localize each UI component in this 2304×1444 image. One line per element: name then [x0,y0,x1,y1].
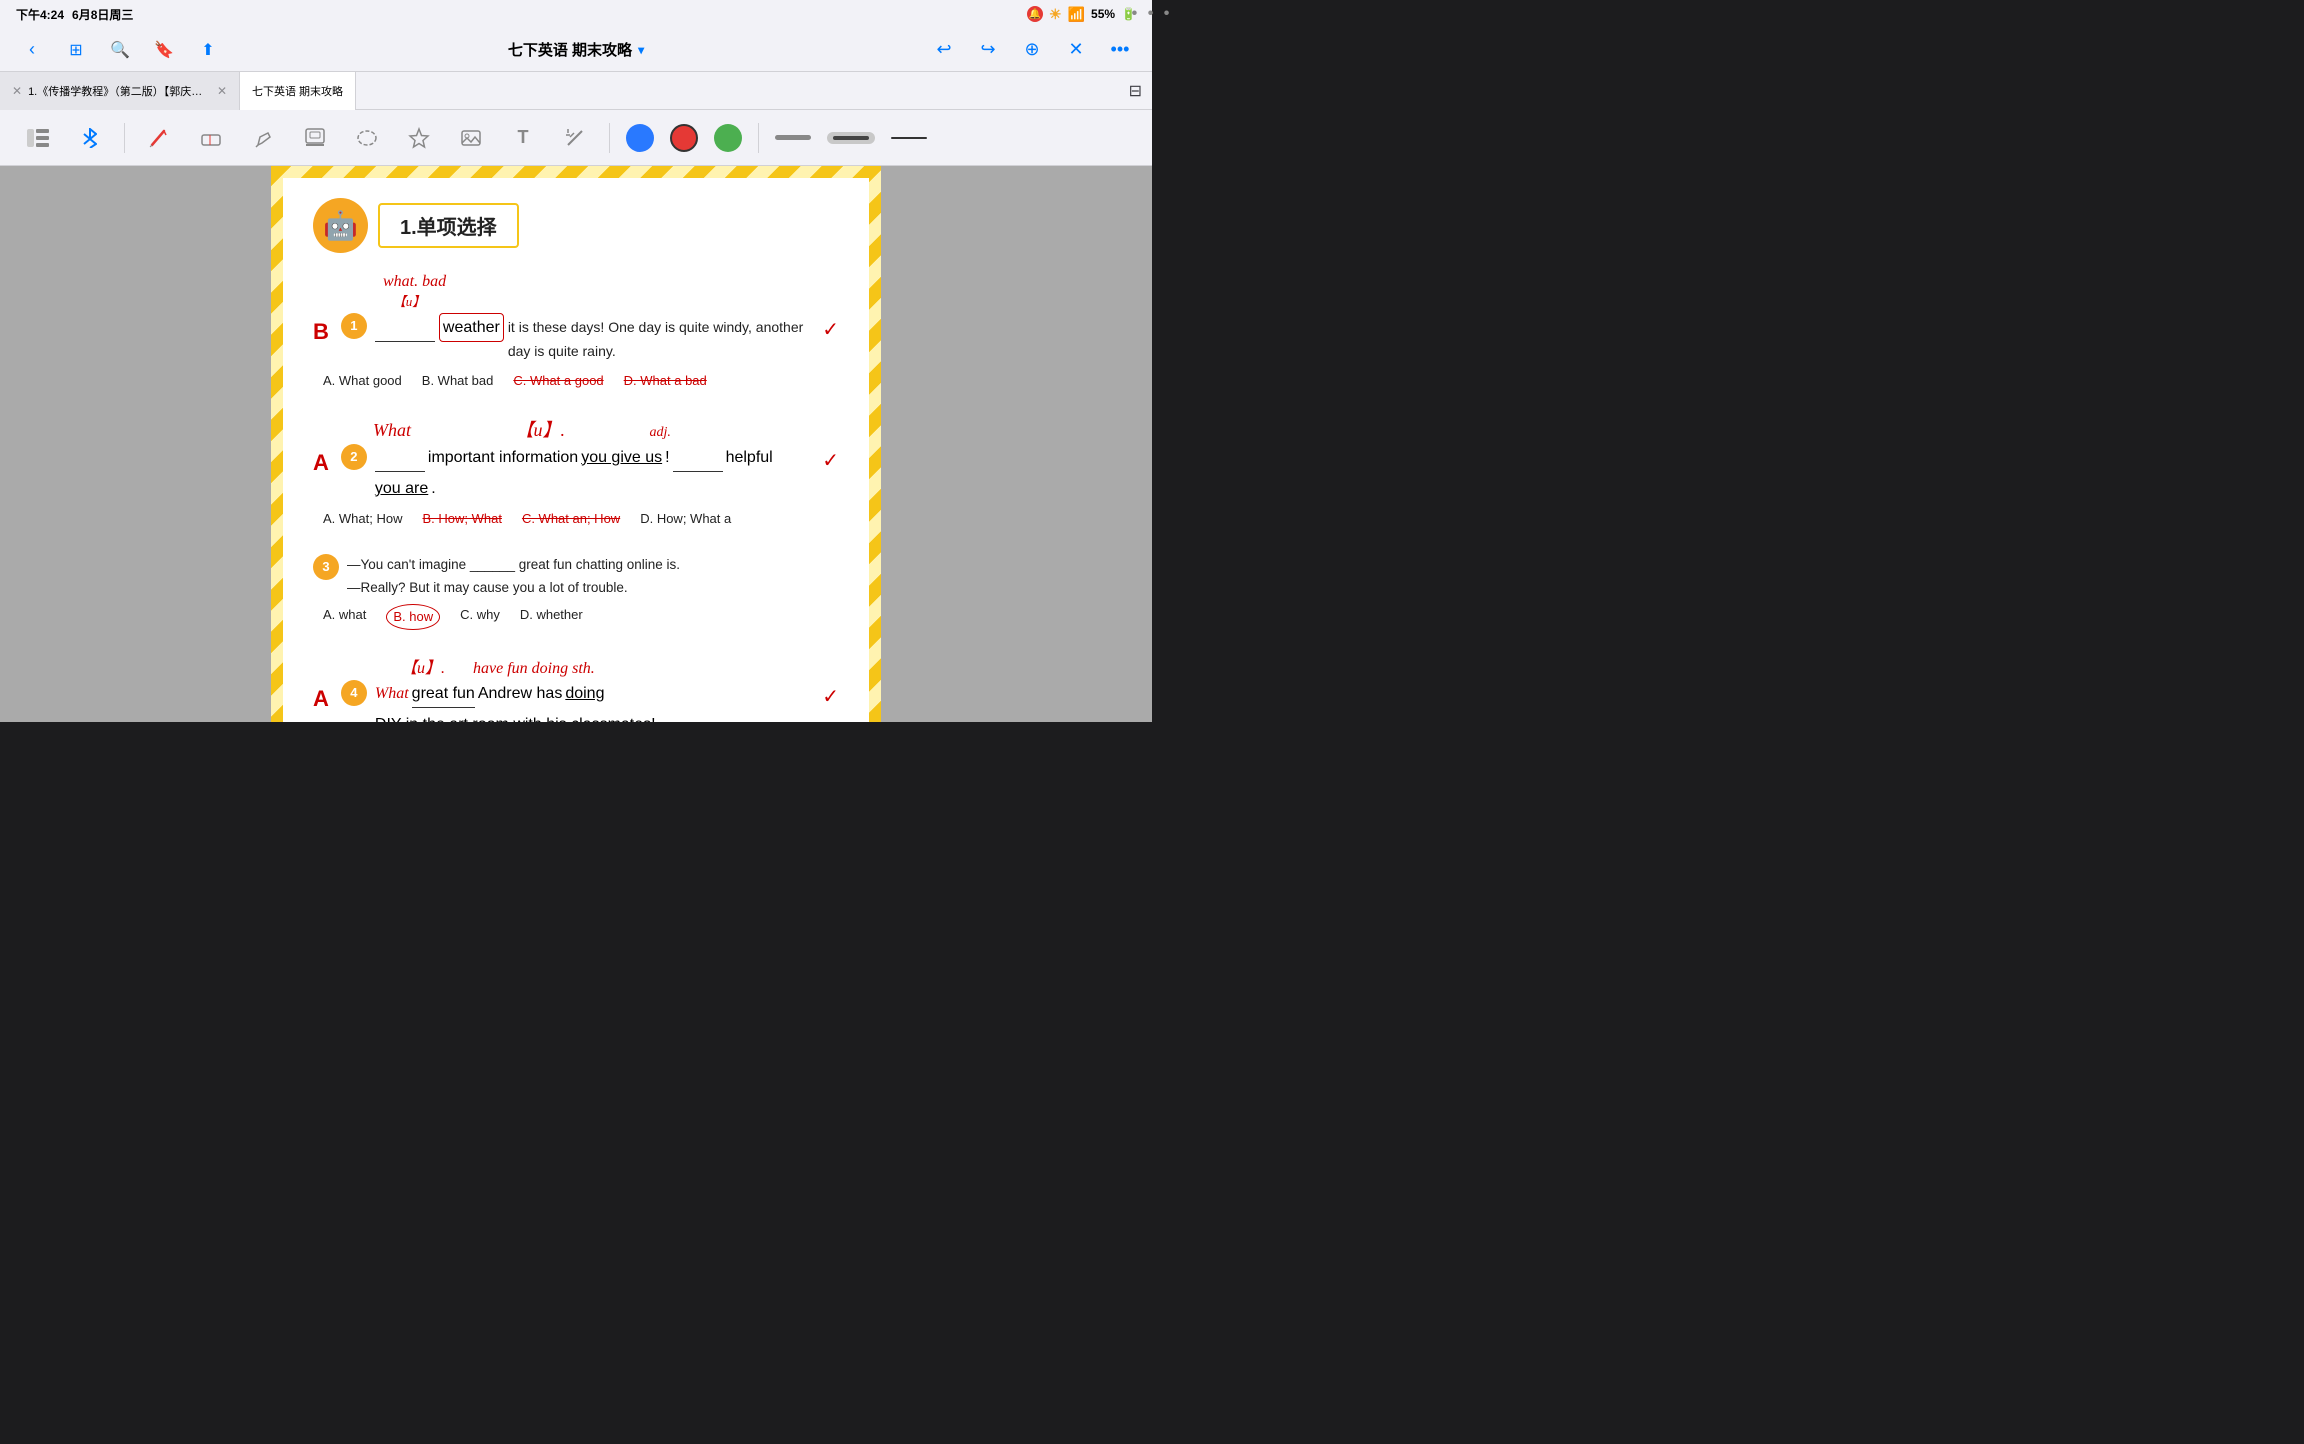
q3-badge: 3 [313,554,339,580]
color-blue[interactable] [626,124,654,152]
dnd-icon: 🔔 [1027,6,1043,22]
q3-opt-d: D. whether [520,604,583,630]
tab-close-1[interactable]: ✕ [12,84,22,98]
tab-close-x-1[interactable]: ✕ [217,84,227,98]
q2-checkmark: ✓ [822,444,839,478]
line-thin[interactable] [891,137,927,139]
q3-opt-a: A. what [323,604,366,630]
add-page-button[interactable]: ⊕ [1016,34,1048,66]
q3-line1: —You can't imagine ______ great fun chat… [347,554,839,577]
tab-label-2: 七下英语 期末攻略 [252,83,343,99]
q4-rest: DIY in the art room with his classmates! [375,711,656,722]
eraser-tool[interactable] [193,120,229,156]
layout-button[interactable]: ⊟ [1129,81,1142,101]
main-content: 🤖 1.单项选择 what. bad 【u】 B 1 weath [0,166,1152,722]
q1-answer-letter: B [313,313,329,350]
q2-end: you are [375,475,428,502]
color-green[interactable] [714,124,742,152]
redo-button[interactable]: ↪ [972,34,1004,66]
handwritten-note-1: what. bad 【u】 [383,273,839,311]
tab-label-1: 1.《传播学教程》（第二版）【郭庆光】 [28,83,207,99]
q4-doing: doing [565,680,604,707]
bluetooth-tool[interactable] [72,120,108,156]
highlighter-tool[interactable] [245,120,281,156]
image-tool[interactable] [453,120,489,156]
q2-badge: 2 [341,444,367,470]
q3-options: A. what B. how C. why D. whether [323,604,839,630]
stamp-tool[interactable] [297,120,333,156]
question-3: 3 —You can't imagine ______ great fun ch… [313,554,839,630]
q1-opt-b: B. What bad [422,370,494,392]
q4-badge: 4 [341,680,367,706]
dropdown-icon[interactable]: ▾ [638,43,644,57]
close-button[interactable]: ✕ [1060,34,1092,66]
q1-options: A. What good B. What bad C. What a good … [323,370,839,392]
q2-opt-b: B. How; What [422,508,501,530]
question-1: B 1 weather it is these days! One day is… [313,313,839,392]
q2-answer-letter: A [313,444,329,481]
three-dots: • • • [1132,5,1173,22]
text-tool[interactable]: T [505,120,541,156]
question-2: A 2 important information you give us! h… [313,444,839,530]
time: 下午4:24 [16,6,64,23]
q2-opt-a: A. What; How [323,508,402,530]
line-medium[interactable] [827,132,875,144]
q4-what: What [375,680,409,707]
q3-line2: —Really? But it may cause you a lot of t… [347,577,839,600]
wifi-icon: 📶 [1068,6,1085,23]
q2-text-1: important information [428,444,578,471]
line-thick[interactable] [775,135,811,140]
q2-options: A. What; How B. How; What C. What an; Ho… [323,508,839,530]
lasso-tool[interactable] [349,120,385,156]
q4-answer-letter: A [313,680,329,717]
brightness-icon: ☀ [1049,6,1062,23]
document-title: 七下英语 期末攻略 [508,39,632,60]
q1-blank [375,314,435,342]
undo-button[interactable]: ↩ [928,34,960,66]
q4-andrew: Andrew has [478,680,563,707]
grid-view-button[interactable]: ⊞ [60,34,92,66]
q2-opt-c: C. What an; How [522,508,620,530]
bookmark-button[interactable]: 🔖 [148,34,180,66]
q3-opt-c: C. why [460,604,500,630]
tab-2[interactable]: 七下英语 期末攻略 [240,72,356,110]
star-tool[interactable] [401,120,437,156]
sidebar-toggle-button[interactable] [20,120,56,156]
question-4: A 4 What great fun Andrew has doing DIY … [313,680,839,722]
q1-weather-circled: weather [439,313,504,342]
q1-opt-a: A. What good [323,370,402,392]
q2-opt-d: D. How; What a [640,508,731,530]
search-button[interactable]: 🔍 [104,34,136,66]
tab-1[interactable]: ✕ 1.《传播学教程》（第二版）【郭庆光】 ✕ [0,72,240,110]
section-title: 1.单项选择 [378,203,519,248]
date: 6月8日周三 [72,6,133,23]
title-bar: ‹ ⊞ 🔍 🔖 ⬆ 七下英语 期末攻略 ▾ ↩ ↪ ⊕ ✕ ••• [0,28,1152,72]
section-header: 🤖 1.单项选择 [313,198,839,253]
q1-opt-d: D. What a bad [624,370,707,392]
battery: 55% [1091,7,1115,21]
magic-tool[interactable] [557,120,593,156]
q1-text: it is these days! One day is quite windy… [508,316,814,364]
q2-mid: you give us [581,444,662,471]
q2-text-2: helpful [726,444,773,471]
mascot-image: 🤖 [313,198,368,253]
back-button[interactable]: ‹ [16,34,48,66]
more-button[interactable]: ••• [1104,34,1136,66]
share-button[interactable]: ⬆ [192,34,224,66]
toolbar: T [0,110,1152,166]
q3-opt-b-circled: B. how [386,604,440,630]
q1-badge: 1 [341,313,367,339]
handwritten-note-3: 【u】. have fun doing sth. [353,654,839,678]
handwritten-note-2: What 【u】. adj. [373,416,839,442]
tab-bar: ✕ 1.《传播学教程》（第二版）【郭庆光】 ✕ 七下英语 期末攻略 ⊟ [0,72,1152,110]
status-bar: 下午4:24 6月8日周三 • • • 🔔 ☀ 📶 55% 🔋 [0,0,1152,28]
pen-tool[interactable] [141,120,177,156]
color-red[interactable] [670,124,698,152]
q4-checkmark: ✓ [822,680,839,714]
q1-checkmark: ✓ [822,313,839,347]
q1-opt-c: C. What a good [513,370,603,392]
q4-great-fun: great fun [412,680,475,708]
